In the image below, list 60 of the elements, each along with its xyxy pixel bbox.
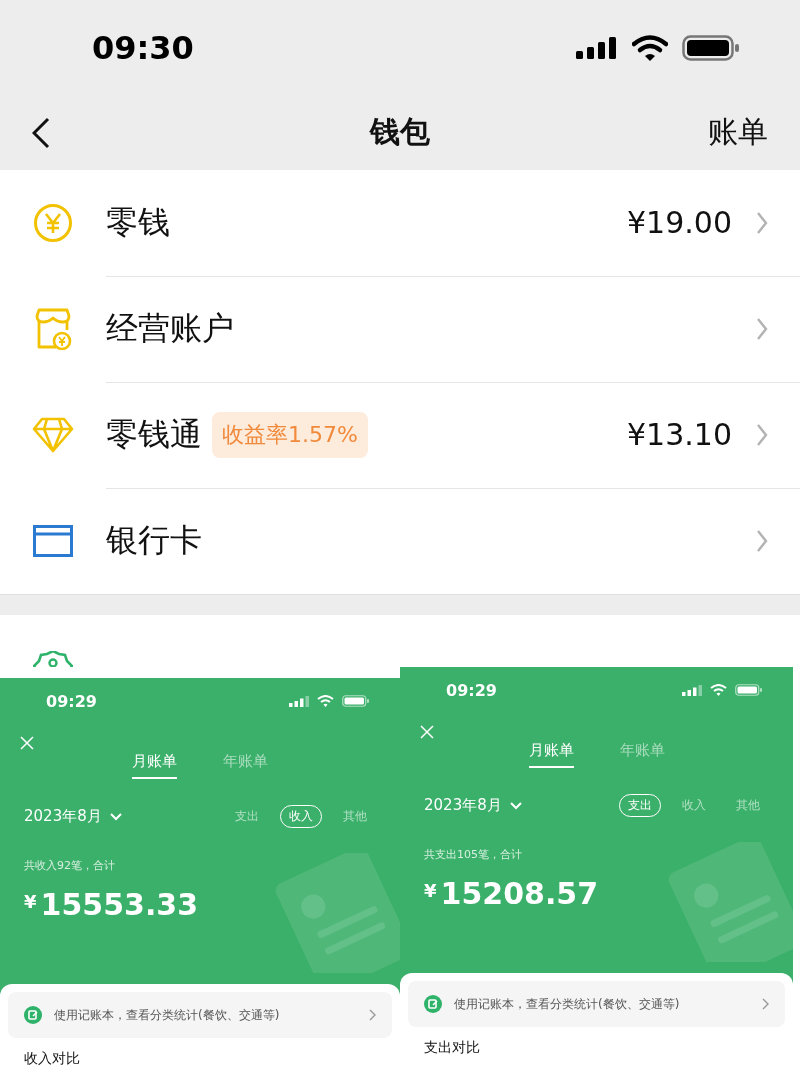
total-amount: 15208.57 bbox=[440, 876, 599, 911]
shop-icon bbox=[34, 308, 72, 350]
battery-icon bbox=[682, 34, 740, 61]
tip-text: 使用记账本，查看分类统计(餐饮、交通等) bbox=[454, 995, 680, 1013]
ledger-icon bbox=[24, 1006, 42, 1024]
signal-icon bbox=[289, 695, 309, 707]
filter-tab[interactable]: 其他 bbox=[727, 794, 769, 817]
bill-tab[interactable]: 月账单 bbox=[528, 741, 574, 768]
total-amount: 15553.33 bbox=[40, 887, 199, 922]
chevron-right-icon bbox=[756, 316, 768, 341]
diamond-icon bbox=[32, 417, 74, 453]
status-time: 09:29 bbox=[46, 691, 97, 711]
yen-coin-icon bbox=[33, 203, 73, 243]
currency-sign: ¥ bbox=[24, 891, 37, 912]
back-icon[interactable] bbox=[32, 116, 50, 149]
chevron-right-icon bbox=[369, 1009, 376, 1021]
ledger-tip[interactable]: 使用记账本，查看分类统计(餐饮、交通等) bbox=[408, 981, 785, 1027]
section-title: 收入对比 bbox=[23, 1050, 81, 1067]
chevron-right-icon bbox=[762, 998, 769, 1010]
filter-tab[interactable]: 收入 bbox=[673, 794, 715, 817]
battery-icon bbox=[342, 695, 370, 707]
wifi-icon bbox=[632, 34, 668, 61]
item-amount: ¥19.00 bbox=[627, 205, 732, 240]
wifi-icon bbox=[317, 695, 334, 707]
caret-icon[interactable] bbox=[509, 801, 522, 810]
filter-tab[interactable]: 支出 bbox=[226, 805, 268, 828]
currency-sign: ¥ bbox=[424, 880, 437, 901]
item-label: 银行卡 bbox=[106, 520, 202, 561]
wifi-icon bbox=[710, 684, 727, 696]
filter-tab[interactable]: 其他 bbox=[334, 805, 376, 828]
bill-tab[interactable]: 年账单 bbox=[223, 752, 268, 779]
page-title: 钱包 bbox=[370, 113, 430, 151]
summary-text: 共收入92笔，合计 bbox=[24, 858, 116, 873]
signal-icon bbox=[682, 684, 702, 696]
tip-text: 使用记账本，查看分类统计(餐饮、交通等) bbox=[54, 1006, 280, 1024]
summary-text: 共支出105笔，合计 bbox=[424, 847, 523, 862]
caret-icon[interactable] bbox=[109, 812, 122, 821]
battery-icon bbox=[735, 684, 763, 696]
month-picker[interactable]: 2023年8月 bbox=[424, 796, 502, 815]
chevron-right-icon bbox=[756, 210, 768, 235]
status-time: 09:29 bbox=[446, 680, 497, 700]
section-title: 支出对比 bbox=[423, 1039, 481, 1057]
status-time: 09:30 bbox=[92, 28, 194, 67]
close-icon[interactable] bbox=[20, 736, 34, 750]
month-picker[interactable]: 2023年8月 bbox=[24, 807, 102, 826]
chevron-right-icon bbox=[756, 529, 768, 553]
ledger-tip[interactable]: 使用记账本，查看分类统计(餐饮、交通等) bbox=[8, 992, 392, 1038]
bank-card-icon bbox=[33, 525, 73, 557]
chevron-right-icon bbox=[756, 422, 768, 447]
bill-tab[interactable]: 月账单 bbox=[132, 752, 177, 779]
item-label: 经营账户 bbox=[106, 307, 234, 349]
item-amount: ¥13.10 bbox=[627, 417, 732, 452]
ledger-icon bbox=[424, 995, 442, 1013]
signal-icon bbox=[576, 36, 618, 59]
item-label: 零钱通 bbox=[106, 413, 202, 455]
bill-tab[interactable]: 年账单 bbox=[619, 741, 665, 768]
yield-badge: 收益率1.57% bbox=[212, 411, 368, 458]
close-icon[interactable] bbox=[420, 725, 434, 739]
bills-link[interactable]: 账单 bbox=[708, 112, 768, 153]
item-label: 零钱 bbox=[106, 201, 170, 243]
